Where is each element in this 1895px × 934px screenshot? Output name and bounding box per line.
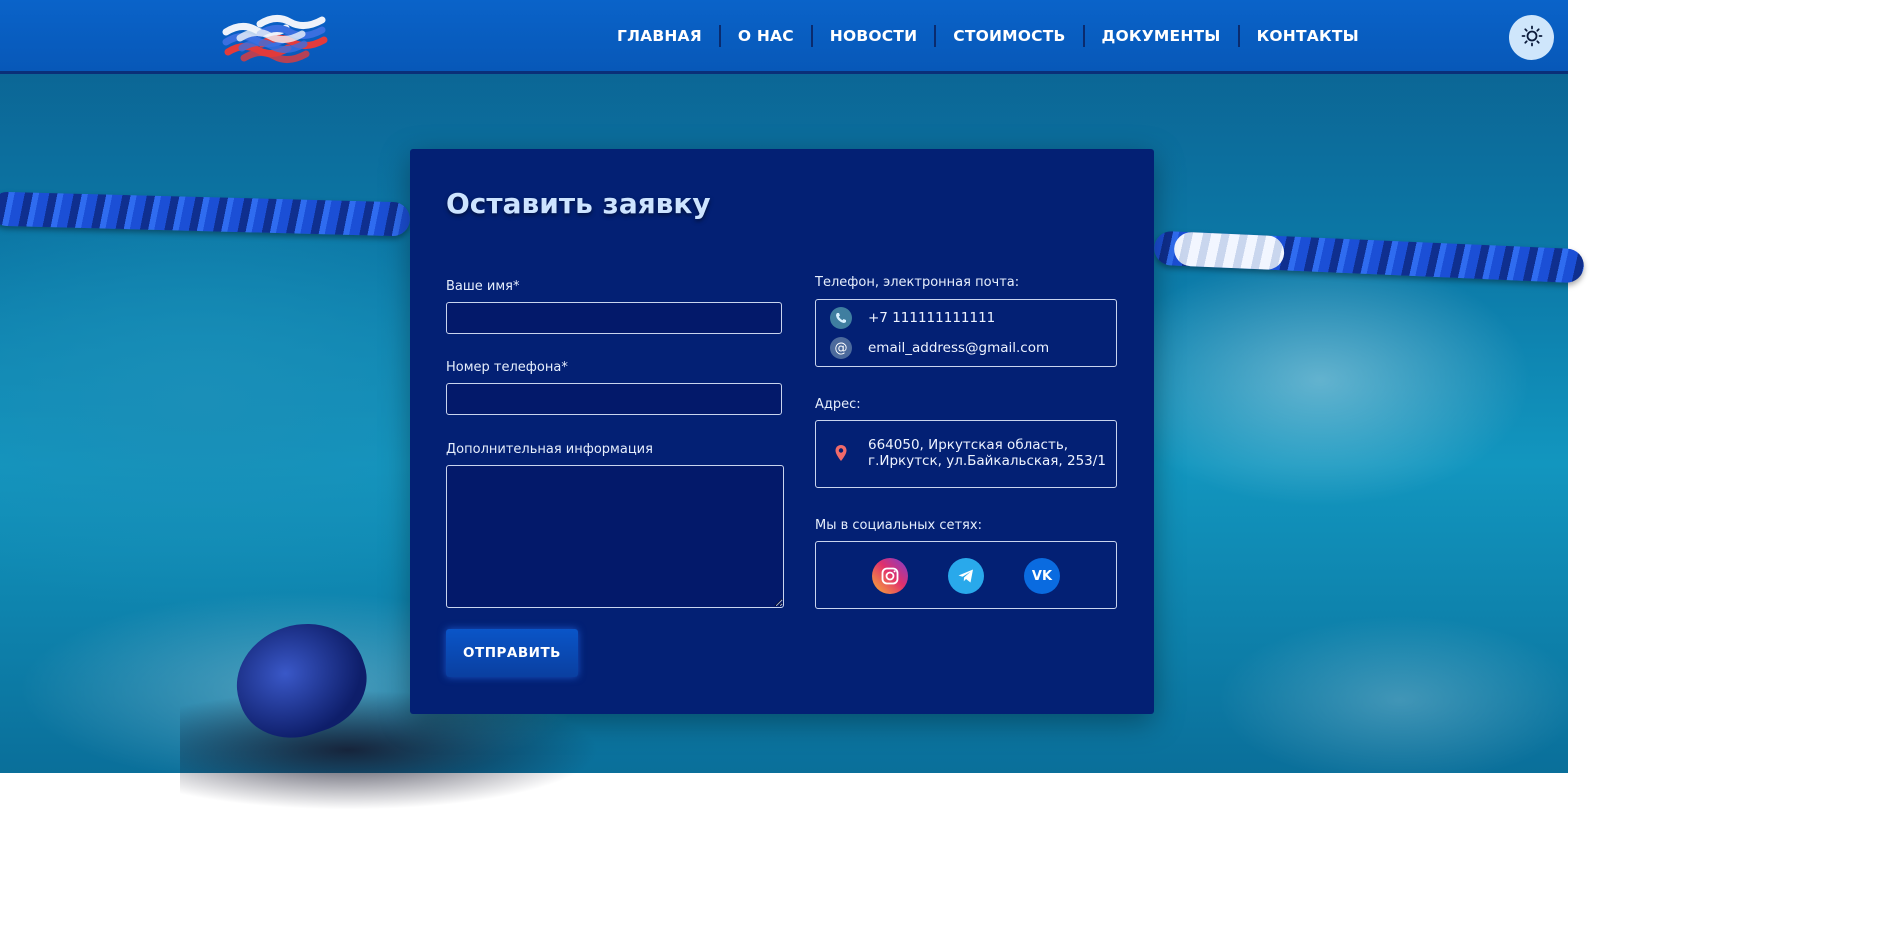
location-pin-icon	[830, 442, 852, 464]
vk-icon-text: VK	[1031, 568, 1053, 584]
nav-item-prices[interactable]: СТОИМОСТЬ	[936, 27, 1082, 45]
site-header: ГЛАВНАЯ О НАС НОВОСТИ СТОИМОСТЬ ДОКУМЕНТ…	[0, 0, 1568, 74]
name-label: Ваше имя*	[446, 279, 520, 294]
submit-button[interactable]: ОТПРАВИТЬ	[446, 629, 578, 677]
email-text[interactable]: email_address@gmail.com	[868, 340, 1049, 356]
info-textarea[interactable]	[446, 465, 784, 608]
address-box: 664050, Иркутская область, г.Иркутск, ул…	[815, 420, 1117, 488]
lane-rope-left	[0, 191, 411, 237]
sun-icon	[1521, 25, 1543, 51]
address-label: Адрес:	[815, 397, 861, 412]
lane-rope-right	[1153, 230, 1585, 284]
request-form-card: Оставить заявку Ваше имя* Номер телефона…	[410, 149, 1154, 714]
nav-item-documents[interactable]: ДОКУМЕНТЫ	[1085, 27, 1238, 45]
theme-toggle-button[interactable]	[1509, 15, 1554, 60]
nav-item-about[interactable]: О НАС	[721, 27, 811, 45]
email-row: @ email_address@gmail.com	[830, 337, 1049, 359]
phone-icon	[830, 307, 852, 329]
nav-item-home[interactable]: ГЛАВНАЯ	[600, 27, 719, 45]
address-line-1: 664050, Иркутская область,	[868, 437, 1069, 453]
social-label: Мы в социальных сетях:	[815, 518, 982, 533]
form-title: Оставить заявку	[446, 187, 711, 220]
contacts-box: +7 111111111111 @ email_address@gmail.co…	[815, 299, 1117, 367]
address-line-2: г.Иркутск, ул.Байкальская, 253/1	[868, 453, 1106, 469]
nav-item-contacts[interactable]: КОНТАКТЫ	[1240, 27, 1376, 45]
phone-row: +7 111111111111	[830, 307, 995, 329]
phone-label: Номер телефона*	[446, 360, 568, 375]
info-label: Дополнительная информация	[446, 442, 653, 457]
phone-input[interactable]	[446, 383, 782, 415]
at-sign-icon: @	[830, 337, 852, 359]
nav-item-news[interactable]: НОВОСТИ	[813, 27, 934, 45]
contacts-label: Телефон, электронная почта:	[815, 275, 1020, 290]
name-input[interactable]	[446, 302, 782, 334]
phone-text[interactable]: +7 111111111111	[868, 310, 995, 326]
social-box: VK	[815, 541, 1117, 609]
address-text: 664050, Иркутская область, г.Иркутск, ул…	[868, 437, 1106, 469]
instagram-icon[interactable]	[872, 558, 908, 594]
vk-icon[interactable]: VK	[1024, 558, 1060, 594]
address-row: 664050, Иркутская область, г.Иркутск, ул…	[830, 437, 1106, 469]
logo-flags-icon[interactable]	[222, 12, 330, 64]
telegram-icon[interactable]	[948, 558, 984, 594]
main-nav: ГЛАВНАЯ О НАС НОВОСТИ СТОИМОСТЬ ДОКУМЕНТ…	[600, 0, 1376, 71]
